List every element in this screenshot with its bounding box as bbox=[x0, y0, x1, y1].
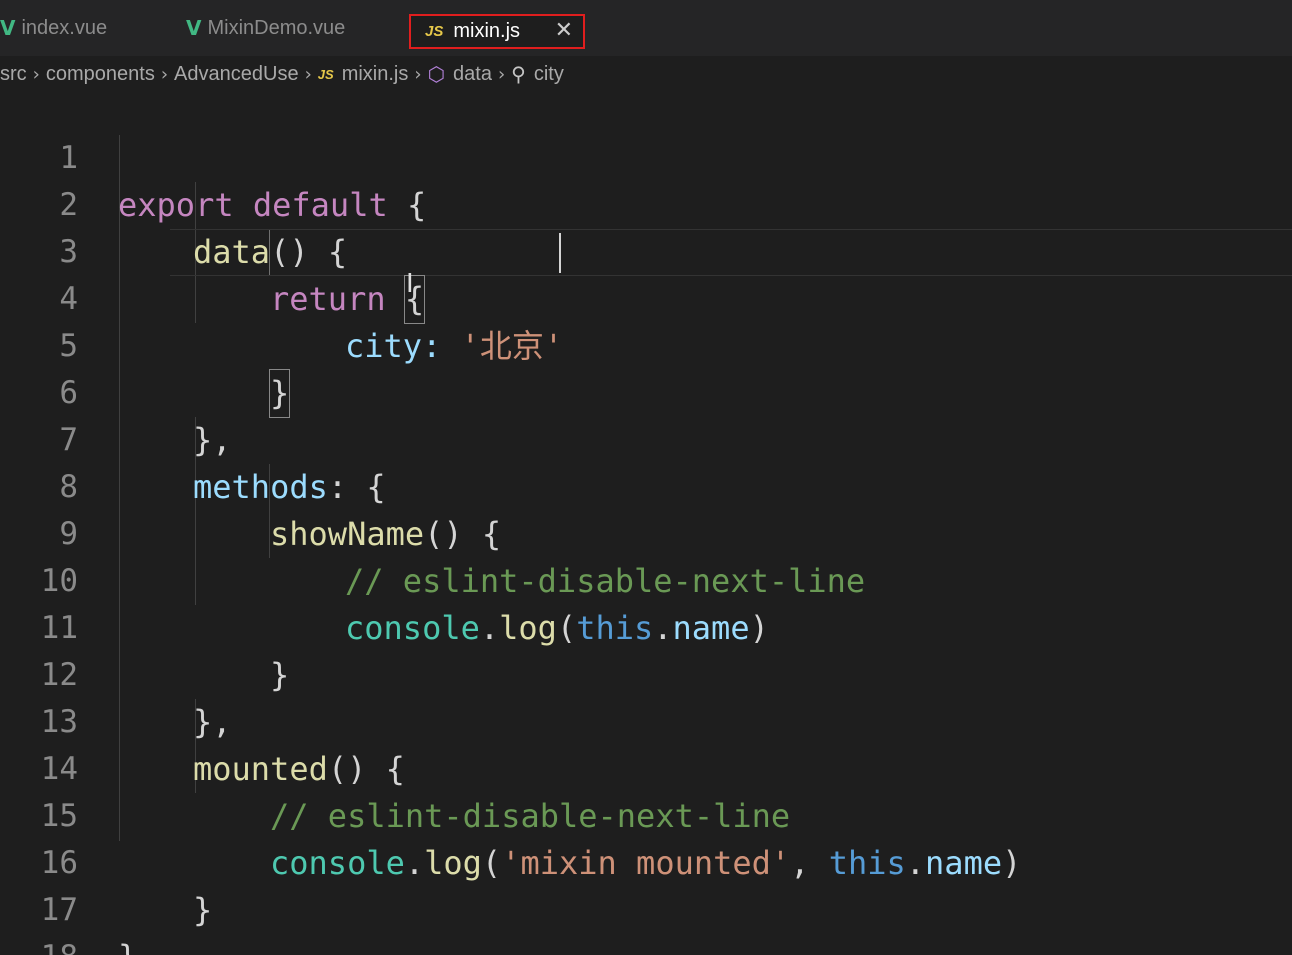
code-line: 18 bbox=[0, 887, 1292, 955]
js-icon: JS bbox=[425, 23, 444, 40]
code-line: 9 // eslint-disable-next-line bbox=[0, 464, 1292, 600]
code-line: 13 mounted() { bbox=[0, 652, 1292, 788]
editor-window: V index.vue V MixinDemo.vue JS mixin.js … bbox=[0, 0, 1292, 955]
breadcrumb-city[interactable]: ⚲ city bbox=[511, 62, 564, 86]
tab-index-vue[interactable]: V index.vue bbox=[0, 8, 107, 48]
code-line: 8 showName() { bbox=[0, 417, 1292, 553]
text-cursor bbox=[559, 233, 561, 273]
vue-icon: V bbox=[186, 16, 202, 40]
breadcrumb: src › components › AdvancedUse › JS mixi… bbox=[0, 56, 1292, 92]
code-line: 3 return { bbox=[0, 182, 1292, 324]
chevron-right-icon: › bbox=[414, 63, 422, 85]
code-line: 16 } bbox=[0, 793, 1292, 929]
tab-mixindemo-vue[interactable]: V MixinDemo.vue bbox=[186, 8, 345, 48]
breadcrumb-mixin-js[interactable]: JS mixin.js bbox=[318, 63, 409, 86]
code-line: 12 }, bbox=[0, 605, 1292, 741]
chevron-right-icon: › bbox=[304, 63, 312, 85]
code-line: 1 export default { bbox=[0, 88, 1292, 224]
tab-label: mixin.js bbox=[453, 20, 521, 42]
code-line: 2 data() { bbox=[0, 135, 1292, 271]
breadcrumb-components[interactable]: components bbox=[46, 63, 155, 86]
breadcrumb-advanceduse[interactable]: AdvancedUse bbox=[174, 63, 299, 86]
code-line: 10 console.log(this.name) bbox=[0, 511, 1292, 647]
code-line: 15 console.log('mixin mounted', this.nam… bbox=[0, 746, 1292, 882]
chevron-right-icon: › bbox=[32, 63, 40, 85]
tab-mixin-js[interactable]: JS mixin.js ✕ bbox=[409, 14, 585, 49]
code-line: 11 } bbox=[0, 558, 1292, 694]
breadcrumb-src[interactable]: src bbox=[0, 63, 27, 86]
close-icon[interactable]: ✕ bbox=[555, 18, 573, 43]
breadcrumb-data[interactable]: ⬡ data bbox=[428, 62, 492, 86]
code-line: 7 methods: { bbox=[0, 370, 1292, 506]
code-line: 6 }, bbox=[0, 323, 1292, 459]
tab-label: MixinDemo.vue bbox=[207, 16, 346, 39]
chevron-right-icon: › bbox=[160, 63, 169, 85]
tab-bar: V index.vue V MixinDemo.vue JS mixin.js … bbox=[0, 0, 1292, 56]
tab-label: index.vue bbox=[21, 16, 108, 39]
code-line: 4 city: '北京' bbox=[0, 229, 1292, 365]
code-line: 5 } bbox=[0, 276, 1292, 418]
chevron-right-icon: › bbox=[497, 63, 506, 85]
cube-icon: ⬡ bbox=[427, 62, 446, 86]
line-number: 18 bbox=[0, 934, 78, 955]
code-line: 14 // eslint-disable-next-line bbox=[0, 699, 1292, 835]
vue-icon: V bbox=[0, 16, 16, 40]
code-line: 17 } bbox=[0, 840, 1292, 955]
wrench-icon: ⚲ bbox=[511, 62, 526, 86]
js-icon: JS bbox=[317, 66, 334, 82]
code-editor[interactable]: 1 export default { 2 data() { 3 return {… bbox=[0, 88, 1292, 955]
